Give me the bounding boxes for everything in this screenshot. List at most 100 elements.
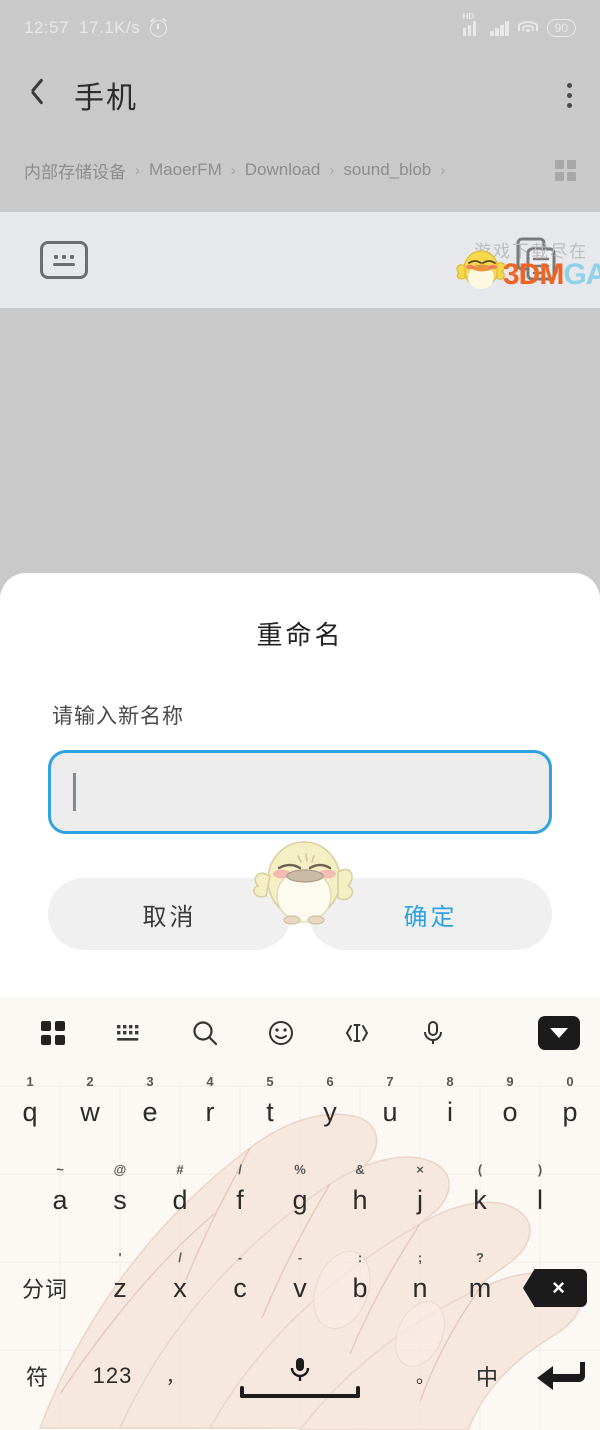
emoji-icon[interactable]	[266, 1018, 296, 1048]
key-y[interactable]: 6y	[300, 1068, 360, 1156]
key-space[interactable]	[200, 1332, 400, 1420]
kebab-menu-icon[interactable]	[567, 82, 572, 108]
virtual-keyboard: 1q 2w 3e 4r 5t 6y 7u 8i 9o 0p ~ a @ s # d /…	[0, 998, 600, 1430]
page-title: 手机	[74, 82, 138, 115]
key-label: s	[113, 1184, 127, 1215]
key-l[interactable]: ) l	[510, 1156, 570, 1244]
keyboard-row-3: 分词 ' z / x -c -v :b ; n ? m ×	[0, 1244, 600, 1332]
rename-dialog: 重命名 请输入新名称 取消 确定	[0, 573, 600, 998]
breadcrumb-separator: ›	[230, 161, 236, 179]
rename-input[interactable]	[75, 779, 527, 805]
key-sup: @	[113, 1162, 127, 1177]
file-list-item[interactable]: 1685549 7.91 MB 丨 2020/2/12 11:41 重命名 请输…	[0, 212, 600, 1430]
key-label: g	[292, 1184, 308, 1215]
key-sup: #	[176, 1162, 184, 1177]
back-chevron-icon[interactable]	[28, 82, 54, 108]
chick-logo-icon	[456, 250, 506, 289]
keyboard-row-4: 符 123 ， 。 中	[0, 1332, 600, 1420]
key-z[interactable]: ' z	[90, 1244, 150, 1332]
key-f[interactable]: / f	[210, 1156, 270, 1244]
key-q[interactable]: 1q	[0, 1068, 60, 1156]
key-r[interactable]: 4r	[180, 1068, 240, 1156]
key-label: u	[382, 1096, 398, 1127]
key-label: y	[323, 1096, 337, 1127]
breadcrumb-item-1[interactable]: MaoerFM	[149, 160, 222, 180]
key-enter[interactable]	[525, 1332, 600, 1420]
keyboard-row-2: ~ a @ s # d / f % g & h × j (k ) l	[0, 1156, 600, 1244]
key-label: z	[113, 1272, 127, 1303]
key-sup: :	[357, 1250, 363, 1265]
key-m[interactable]: ? m	[450, 1244, 510, 1332]
breadcrumb-item-2[interactable]: Download	[245, 160, 321, 180]
key-k[interactable]: (k	[450, 1156, 510, 1244]
key-a[interactable]: ~ a	[30, 1156, 90, 1244]
search-icon[interactable]	[190, 1018, 220, 1048]
key-numbers[interactable]: 123	[75, 1332, 150, 1420]
key-b[interactable]: :b	[330, 1244, 390, 1332]
key-e[interactable]: 3e	[120, 1068, 180, 1156]
breadcrumb-item-3[interactable]: sound_blob	[343, 160, 431, 180]
key-i[interactable]: 8i	[420, 1068, 480, 1156]
key-w[interactable]: 2w	[60, 1068, 120, 1156]
keyboard-icon[interactable]	[114, 1018, 144, 1048]
backspace-icon: ×	[523, 1269, 587, 1307]
key-period[interactable]: 。	[400, 1332, 450, 1420]
battery-badge: 90	[546, 19, 576, 37]
key-label: l	[537, 1184, 543, 1215]
watermark-text-1: 3DM	[503, 258, 564, 291]
status-bar-left: 12:57 17.1K/s	[24, 18, 168, 38]
cancel-button[interactable]: 取消	[48, 878, 291, 950]
status-time: 12:57	[24, 18, 70, 37]
breadcrumb-item-0[interactable]: 内部存储设备	[24, 158, 126, 183]
backspace-glyph: ×	[552, 1275, 566, 1300]
grid-view-icon[interactable]	[555, 159, 576, 181]
status-bar: 12:57 17.1K/s HD 90	[0, 0, 600, 56]
keyboard-nav-icon[interactable]	[40, 241, 88, 279]
key-sup: 3	[146, 1074, 154, 1089]
dialog-title: 重命名	[256, 620, 344, 650]
key-sup: '	[118, 1250, 122, 1265]
key-d[interactable]: # d	[150, 1156, 210, 1244]
key-word-split[interactable]: 分词	[0, 1244, 90, 1332]
key-g[interactable]: % g	[270, 1156, 330, 1244]
key-label: p	[562, 1096, 578, 1127]
key-label: q	[22, 1096, 38, 1127]
key-label: v	[293, 1272, 307, 1303]
watermark: 3DM GAME	[455, 244, 600, 292]
key-backspace[interactable]: ×	[510, 1244, 600, 1332]
key-language-toggle[interactable]: 中	[450, 1332, 525, 1420]
key-sup: 9	[506, 1074, 514, 1089]
key-p[interactable]: 0p	[540, 1068, 600, 1156]
key-label: n	[412, 1272, 428, 1303]
microphone-icon[interactable]	[418, 1018, 448, 1048]
confirm-button[interactable]: 确定	[309, 878, 552, 950]
breadcrumb-separator-trailing: ›	[440, 161, 446, 179]
key-sup: 4	[206, 1074, 214, 1089]
key-u[interactable]: 7u	[360, 1068, 420, 1156]
key-t[interactable]: 5t	[240, 1068, 300, 1156]
key-s[interactable]: @ s	[90, 1156, 150, 1244]
text-cursor-icon[interactable]	[342, 1018, 372, 1048]
key-o[interactable]: 9o	[480, 1068, 540, 1156]
key-comma[interactable]: ，	[150, 1332, 200, 1420]
key-v[interactable]: -v	[270, 1244, 330, 1332]
key-n[interactable]: ; n	[390, 1244, 450, 1332]
apps-grid-icon[interactable]	[38, 1018, 68, 1048]
key-label: x	[173, 1272, 187, 1303]
breadcrumb-separator: ›	[329, 161, 335, 179]
key-sup: -	[297, 1250, 303, 1265]
key-label: w	[80, 1096, 100, 1127]
key-sup: ×	[416, 1162, 424, 1177]
key-h[interactable]: & h	[330, 1156, 390, 1244]
key-symbols[interactable]: 符	[0, 1332, 75, 1420]
signal-hd-icon: HD	[462, 13, 482, 36]
key-sup: 2	[86, 1074, 94, 1089]
key-x[interactable]: / x	[150, 1244, 210, 1332]
breadcrumb: 内部存储设备 › MaoerFM › Download › sound_blob…	[0, 145, 600, 195]
key-label: b	[352, 1272, 368, 1303]
key-j[interactable]: × j	[390, 1156, 450, 1244]
rename-input-wrapper[interactable]	[48, 750, 552, 834]
key-c[interactable]: -c	[210, 1244, 270, 1332]
key-sup: 8	[446, 1074, 454, 1089]
collapse-keyboard-icon[interactable]	[538, 1016, 580, 1050]
